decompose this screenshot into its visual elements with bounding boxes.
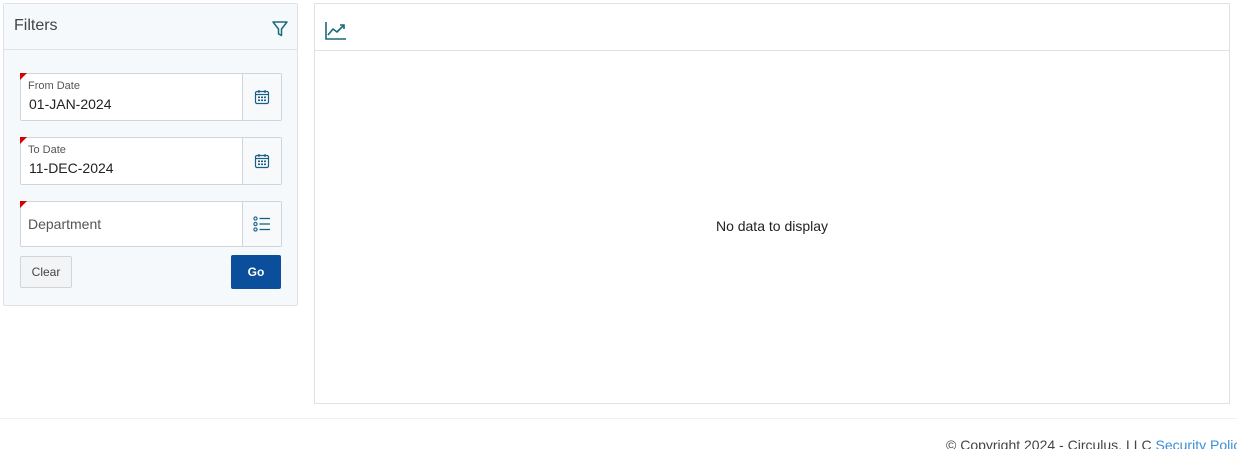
to-date-label: To Date bbox=[28, 144, 66, 156]
calendar-icon bbox=[254, 154, 270, 169]
line-chart-icon[interactable] bbox=[325, 21, 347, 41]
required-marker bbox=[20, 73, 27, 80]
from-date-label: From Date bbox=[28, 80, 80, 92]
calendar-icon bbox=[254, 90, 270, 105]
filters-title: Filters bbox=[14, 17, 58, 34]
department-placeholder[interactable]: Department bbox=[28, 216, 101, 232]
go-button[interactable]: Go bbox=[231, 255, 281, 289]
required-marker bbox=[20, 201, 27, 208]
filters-header: Filters bbox=[4, 4, 297, 50]
department-field[interactable]: Department bbox=[20, 201, 282, 247]
filters-panel: Filters From Date 01-JAN-2024 To Date 11… bbox=[3, 3, 298, 306]
to-date-field[interactable]: To Date 11-DEC-2024 bbox=[20, 137, 282, 185]
from-date-calendar-button[interactable] bbox=[242, 74, 281, 120]
department-list-button[interactable] bbox=[242, 202, 281, 246]
chart-header bbox=[315, 4, 1229, 51]
copyright-text: © Copyright 2024 - Circulus, LLC bbox=[946, 437, 1156, 449]
clear-button[interactable]: Clear bbox=[20, 256, 72, 288]
from-date-value[interactable]: 01-JAN-2024 bbox=[29, 96, 112, 112]
security-policy-link[interactable]: Security Policy bbox=[1156, 437, 1237, 449]
chart-panel: No data to display bbox=[314, 3, 1230, 404]
to-date-value[interactable]: 11-DEC-2024 bbox=[29, 160, 114, 176]
list-icon bbox=[253, 216, 270, 232]
from-date-field[interactable]: From Date 01-JAN-2024 bbox=[20, 73, 282, 121]
no-data-message: No data to display bbox=[715, 218, 829, 234]
required-marker bbox=[20, 137, 27, 144]
funnel-icon[interactable] bbox=[271, 20, 289, 38]
to-date-calendar-button[interactable] bbox=[242, 138, 281, 184]
footer: © Copyright 2024 - Circulus, LLC Securit… bbox=[946, 437, 1237, 449]
footer-divider bbox=[0, 418, 1237, 419]
